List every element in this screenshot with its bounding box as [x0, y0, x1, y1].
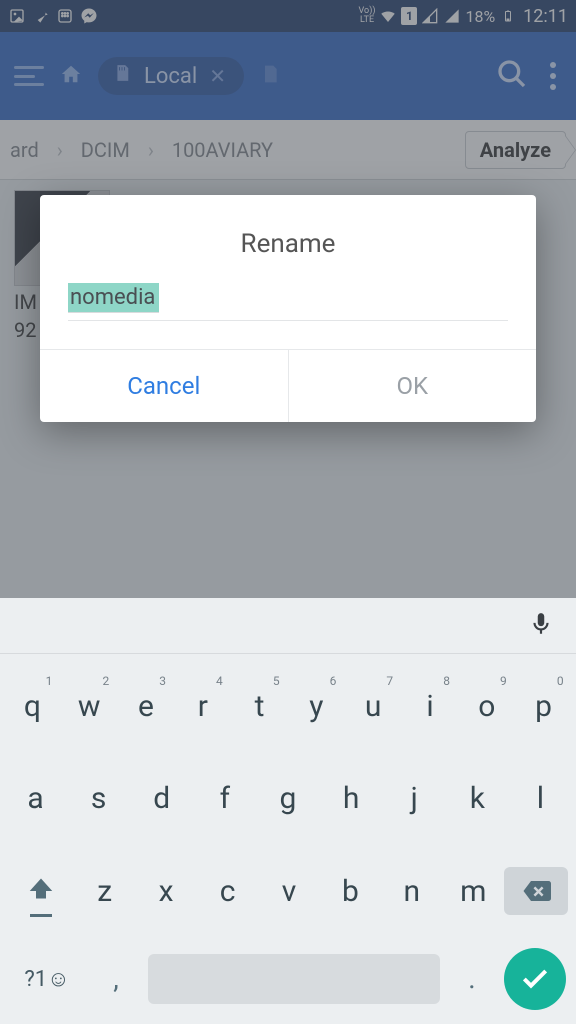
rename-input[interactable]: nomedia — [68, 283, 159, 313]
shift-key[interactable] — [8, 855, 74, 927]
key-v[interactable]: v — [263, 855, 315, 927]
soft-keyboard: q1w2e3r4t5y6u7i8o9p0 asdfghjkl zxcvbnm ?… — [0, 598, 576, 1024]
dialog-title: Rename — [40, 195, 536, 283]
cancel-button[interactable]: Cancel — [40, 350, 289, 422]
key-q[interactable]: q1 — [6, 670, 58, 742]
key-u[interactable]: u7 — [347, 670, 399, 742]
key-s[interactable]: s — [71, 763, 127, 835]
mic-button[interactable] — [528, 611, 554, 641]
key-d[interactable]: d — [134, 763, 190, 835]
space-key[interactable] — [148, 954, 440, 1004]
key-k[interactable]: k — [449, 763, 505, 835]
key-h[interactable]: h — [323, 763, 379, 835]
key-f[interactable]: f — [197, 763, 253, 835]
key-j[interactable]: j — [386, 763, 442, 835]
key-w[interactable]: w2 — [63, 670, 115, 742]
key-m[interactable]: m — [447, 855, 499, 927]
ok-button[interactable]: OK — [289, 350, 537, 422]
key-p[interactable]: p0 — [518, 670, 570, 742]
key-o[interactable]: o9 — [461, 670, 513, 742]
key-r[interactable]: r4 — [177, 670, 229, 742]
rename-dialog: Rename nomedia Cancel OK — [40, 195, 536, 422]
key-y[interactable]: y6 — [290, 670, 342, 742]
backspace-key[interactable] — [504, 867, 568, 915]
key-t[interactable]: t5 — [234, 670, 286, 742]
key-n[interactable]: n — [386, 855, 438, 927]
key-x[interactable]: x — [140, 855, 192, 927]
key-b[interactable]: b — [324, 855, 376, 927]
enter-key[interactable] — [504, 948, 566, 1010]
period-key[interactable]: . — [446, 962, 498, 995]
key-l[interactable]: l — [512, 763, 568, 835]
key-a[interactable]: a — [8, 763, 64, 835]
key-e[interactable]: e3 — [120, 670, 172, 742]
key-g[interactable]: g — [260, 763, 316, 835]
comma-key[interactable]: , — [90, 962, 142, 995]
key-z[interactable]: z — [79, 855, 131, 927]
key-i[interactable]: i8 — [404, 670, 456, 742]
key-c[interactable]: c — [202, 855, 254, 927]
symbols-key[interactable]: ?1☺ — [10, 948, 84, 1010]
